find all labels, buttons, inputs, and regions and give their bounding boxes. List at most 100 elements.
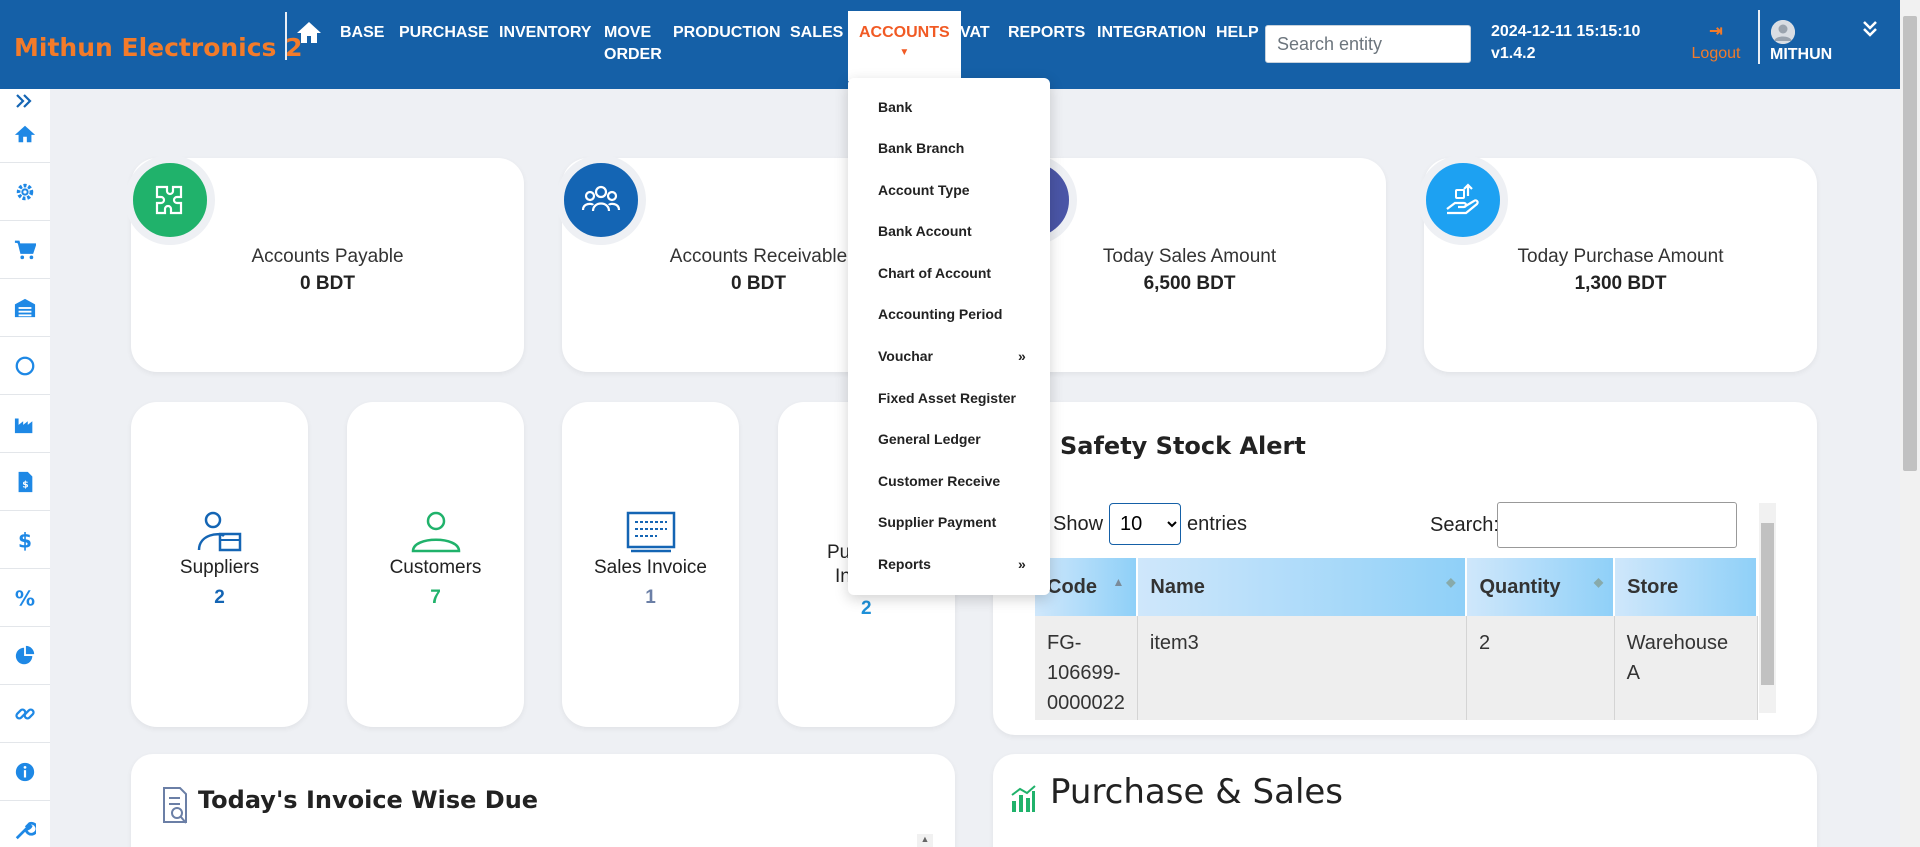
entries-per-page-select[interactable]: 10 — [1109, 503, 1182, 545]
suppliers-card[interactable]: Suppliers 2 — [131, 402, 308, 727]
puzzle-icon — [155, 185, 183, 215]
sidebar-item-tools[interactable] — [0, 801, 50, 847]
users-icon — [581, 185, 621, 212]
sales-invoice-label: Sales Invoice — [593, 557, 707, 578]
today-sales-value: 6,500 BDT — [1143, 273, 1236, 294]
sidebar-item-reports[interactable] — [0, 627, 50, 685]
column-quantity[interactable]: Quantity ◆ — [1466, 558, 1616, 616]
nav-integration[interactable]: INTEGRATION — [1097, 22, 1206, 44]
cell-quantity: 2 — [1466, 616, 1615, 720]
customer-icon — [411, 511, 460, 553]
logout-label: Logout — [1691, 45, 1741, 62]
menu-item-general-ledger[interactable]: General Ledger — [878, 431, 981, 447]
table-scrollbar-thumb[interactable] — [1761, 523, 1774, 685]
brand-title[interactable]: Mithun Electronics 2 — [14, 33, 303, 62]
logout-button[interactable]: ⇥ Logout — [1691, 21, 1741, 65]
column-name[interactable]: Name ◆ — [1137, 558, 1468, 616]
sidebar-item-integration[interactable] — [0, 685, 50, 743]
nav-vat[interactable]: VAT — [960, 22, 990, 44]
current-datetime: 2024-12-11 15:15:10 — [1491, 23, 1641, 40]
datetime-version: 2024-12-11 15:15:10 v1.4.2 — [1491, 21, 1640, 65]
nav-reports[interactable]: REPORTS — [1008, 22, 1085, 44]
accounts-payable-card[interactable]: Accounts Payable 0 BDT — [125, 155, 524, 372]
today-purchase-label: Today Purchase Amount — [1517, 246, 1724, 267]
home-icon[interactable] — [296, 20, 322, 44]
warehouse-icon — [14, 298, 36, 317]
sidebar-item-accounts[interactable]: $ — [0, 511, 50, 569]
menu-item-supplier-payment[interactable]: Supplier Payment — [878, 514, 996, 530]
customers-card[interactable]: Customers 7 — [347, 402, 524, 727]
menu-item-bank[interactable]: Bank — [878, 99, 912, 115]
sidebar-item-purchase[interactable] — [0, 221, 50, 279]
menu-item-reports[interactable]: Reports — [878, 556, 931, 572]
today-purchase-card[interactable]: Today Purchase Amount 1,300 BDT — [1418, 155, 1817, 372]
today-sales-card[interactable]: Today Sales Amount 6,500 BDT — [987, 155, 1386, 372]
accounts-payable-label: Accounts Payable — [251, 246, 404, 267]
sidebar-item-help[interactable] — [0, 743, 50, 801]
sales-invoice-count: 1 — [645, 587, 656, 608]
circle-icon — [15, 356, 35, 375]
entries-label: entries — [1187, 512, 1248, 535]
home-icon — [14, 125, 36, 142]
username[interactable]: MITHUN — [1770, 46, 1832, 64]
sidebar-item-home[interactable] — [0, 105, 50, 163]
brand-divider — [285, 12, 287, 60]
nav-sales[interactable]: SALES — [790, 22, 843, 44]
cell-name: item3 — [1137, 616, 1467, 720]
accounts-receivable-badge — [556, 155, 646, 245]
nav-production[interactable]: PRODUCTION — [673, 22, 781, 44]
accounts-payable-value: 0 BDT — [300, 273, 355, 294]
purchase-sales-title: Purchase & Sales — [1050, 772, 1344, 812]
nav-help[interactable]: HELP — [1216, 22, 1259, 44]
scroll-up-arrow-icon[interactable]: ▲ — [917, 834, 933, 847]
sidebar-item-move-order[interactable] — [0, 337, 50, 395]
nav-base[interactable]: BASE — [340, 22, 384, 44]
avatar[interactable] — [1771, 20, 1795, 44]
table-search-input[interactable] — [1497, 502, 1737, 548]
column-code[interactable]: Code ▲ — [1035, 558, 1139, 616]
info-icon — [15, 762, 35, 781]
accounts-dropdown-menu: Bank Bank Branch Account Type Bank Accou… — [848, 78, 1050, 595]
nav-accounts[interactable]: ACCOUNTS ▼ — [848, 11, 961, 81]
nav-order-label: ORDER — [604, 46, 662, 63]
nav-inventory[interactable]: INVENTORY — [499, 22, 591, 44]
suppliers-label: Suppliers — [179, 557, 260, 578]
accounts-payable-badge — [125, 155, 215, 245]
sidebar-item-settings[interactable] — [0, 163, 50, 221]
cell-code: FG- 106699- 0000022 — [1035, 616, 1138, 720]
sidebar-item-vat[interactable]: % — [0, 569, 50, 627]
link-icon — [15, 707, 35, 720]
sort-asc-icon: ▲ — [1112, 575, 1125, 589]
sidebar-item-inventory[interactable] — [0, 279, 50, 337]
menu-item-fixed-asset-register[interactable]: Fixed Asset Register — [878, 390, 1016, 406]
column-store[interactable]: Store — [1614, 558, 1758, 616]
invoice-icon: $ — [18, 471, 33, 492]
menu-item-customer-receive[interactable]: Customer Receive — [878, 473, 1000, 489]
table-row[interactable]: FG- 106699- 0000022 item3 2 Warehouse A — [1035, 616, 1758, 720]
gear-icon — [16, 183, 34, 200]
sort-icon: ◆ — [1446, 575, 1456, 589]
menu-item-chart-of-account[interactable]: Chart of Account — [878, 265, 991, 281]
invoice-board-icon — [626, 511, 675, 553]
submenu-arrow-icon: » — [1018, 556, 1026, 572]
safety-stock-table: Code ▲ Name ◆ Quantity ◆ Store FG- 106699- … — [1035, 558, 1758, 720]
page-scrollbar-thumb[interactable] — [1903, 16, 1917, 471]
menu-item-account-type[interactable]: Account Type — [878, 182, 970, 198]
cart-icon — [14, 240, 36, 259]
percent-icon: % — [15, 587, 35, 609]
double-chevron-down-icon[interactable] — [1862, 20, 1878, 38]
menu-item-accounting-period[interactable]: Accounting Period — [878, 306, 1002, 322]
menu-item-bank-account[interactable]: Bank Account — [878, 223, 972, 239]
menu-item-vouchar[interactable]: Vouchar — [878, 348, 933, 364]
sales-invoice-card[interactable]: Sales Invoice 1 — [562, 402, 739, 727]
search-entity-input[interactable] — [1265, 25, 1471, 63]
wrench-icon — [15, 821, 36, 839]
sidebar-item-sales[interactable]: $ — [0, 453, 50, 511]
nav-purchase[interactable]: PURCHASE — [399, 22, 489, 44]
sidebar-item-production[interactable] — [0, 395, 50, 453]
nav-move-order[interactable]: MOVE ORDER — [604, 22, 662, 66]
menu-item-bank-branch[interactable]: Bank Branch — [878, 140, 964, 156]
invoice-search-icon — [163, 787, 187, 824]
cell-store: Warehouse A — [1614, 616, 1758, 720]
code-part: FG- — [1047, 632, 1082, 654]
